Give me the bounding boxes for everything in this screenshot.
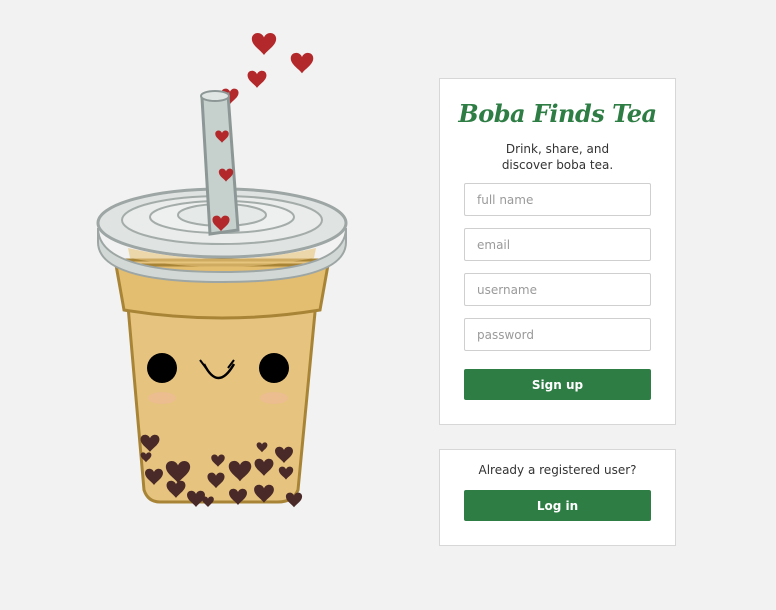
floating-hearts-icon [221, 32, 314, 105]
tagline: Drink, share, and discover boba tea. [501, 142, 614, 172]
full-name-input[interactable] [464, 183, 651, 216]
login-prompt: Already a registered user? [478, 463, 637, 477]
sign-up-button[interactable]: Sign up [464, 369, 651, 400]
signup-card: Boba Finds Tea Drink, share, and discove… [439, 78, 676, 425]
boba-cup-illustration [96, 32, 348, 508]
login-card: Already a registered user? Log in [439, 449, 676, 546]
app-logo-title: Boba Finds Tea [458, 99, 657, 128]
email-input[interactable] [464, 228, 651, 261]
log-in-button[interactable]: Log in [464, 490, 651, 521]
password-input[interactable] [464, 318, 651, 351]
username-input[interactable] [464, 273, 651, 306]
